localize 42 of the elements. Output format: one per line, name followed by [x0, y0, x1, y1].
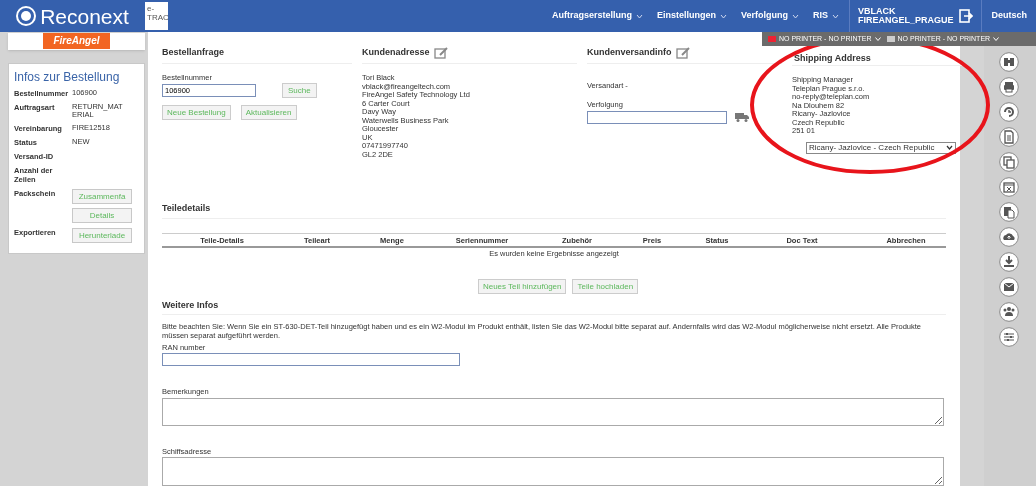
location-select[interactable]: Ricany- Jazlovice - Czech Republic: [806, 141, 956, 154]
copy-icon: [999, 152, 1019, 172]
text-area[interactable]: [162, 457, 944, 486]
section-title: Weitere Infos: [162, 299, 219, 313]
section-title: Teiledetails: [162, 202, 211, 216]
section-title: Kundenversandinfo: [587, 45, 672, 59]
language-button[interactable]: Deutsch: [982, 0, 1036, 32]
printer-icon: [999, 77, 1019, 97]
section-title: Shipping Address: [794, 51, 871, 65]
brand-logo: FireAngel: [43, 33, 110, 49]
logo-text: Reconext: [40, 5, 129, 27]
input-field[interactable]: [162, 353, 460, 367]
tracking-field[interactable]: [587, 110, 727, 124]
section-title: Bestellanfrage: [162, 45, 225, 59]
paste-icon: [999, 202, 1019, 222]
menu-item[interactable]: Verfolgung: [740, 9, 799, 23]
chevron-icon: [993, 37, 1000, 41]
menu-item[interactable]: Einstellungen: [656, 9, 727, 23]
text-area[interactable]: [162, 397, 944, 427]
section-title: Kundenadresse: [362, 45, 430, 59]
user-name[interactable]: VBLACK FIREANGEL_PRAGUE: [857, 7, 954, 25]
cloud-upload-icon: [999, 227, 1019, 247]
truck-icon: [735, 112, 749, 122]
sliders-icon: [999, 327, 1019, 347]
history-icon: [999, 102, 1019, 122]
logo-icon: [16, 6, 37, 26]
edit-icon: [433, 46, 448, 59]
users-icon: [999, 302, 1019, 322]
document-icon: [999, 127, 1019, 147]
edit-icon: [675, 46, 690, 59]
menu-item[interactable]: Auftragserstellung: [551, 9, 643, 23]
chevron-icon: [946, 145, 953, 150]
app-badge: e- TRAC: [145, 2, 168, 30]
calendar-icon: [999, 177, 1019, 197]
printer-icon: [768, 35, 776, 43]
menu-item[interactable]: RIS: [812, 9, 839, 23]
download-icon: [999, 252, 1019, 272]
mail-icon: [999, 277, 1019, 297]
printer-icon: [886, 35, 895, 43]
logout-icon: [959, 9, 974, 23]
panel-title: Infos zur Bestellung: [14, 69, 121, 86]
chevron-icon: [874, 37, 881, 41]
